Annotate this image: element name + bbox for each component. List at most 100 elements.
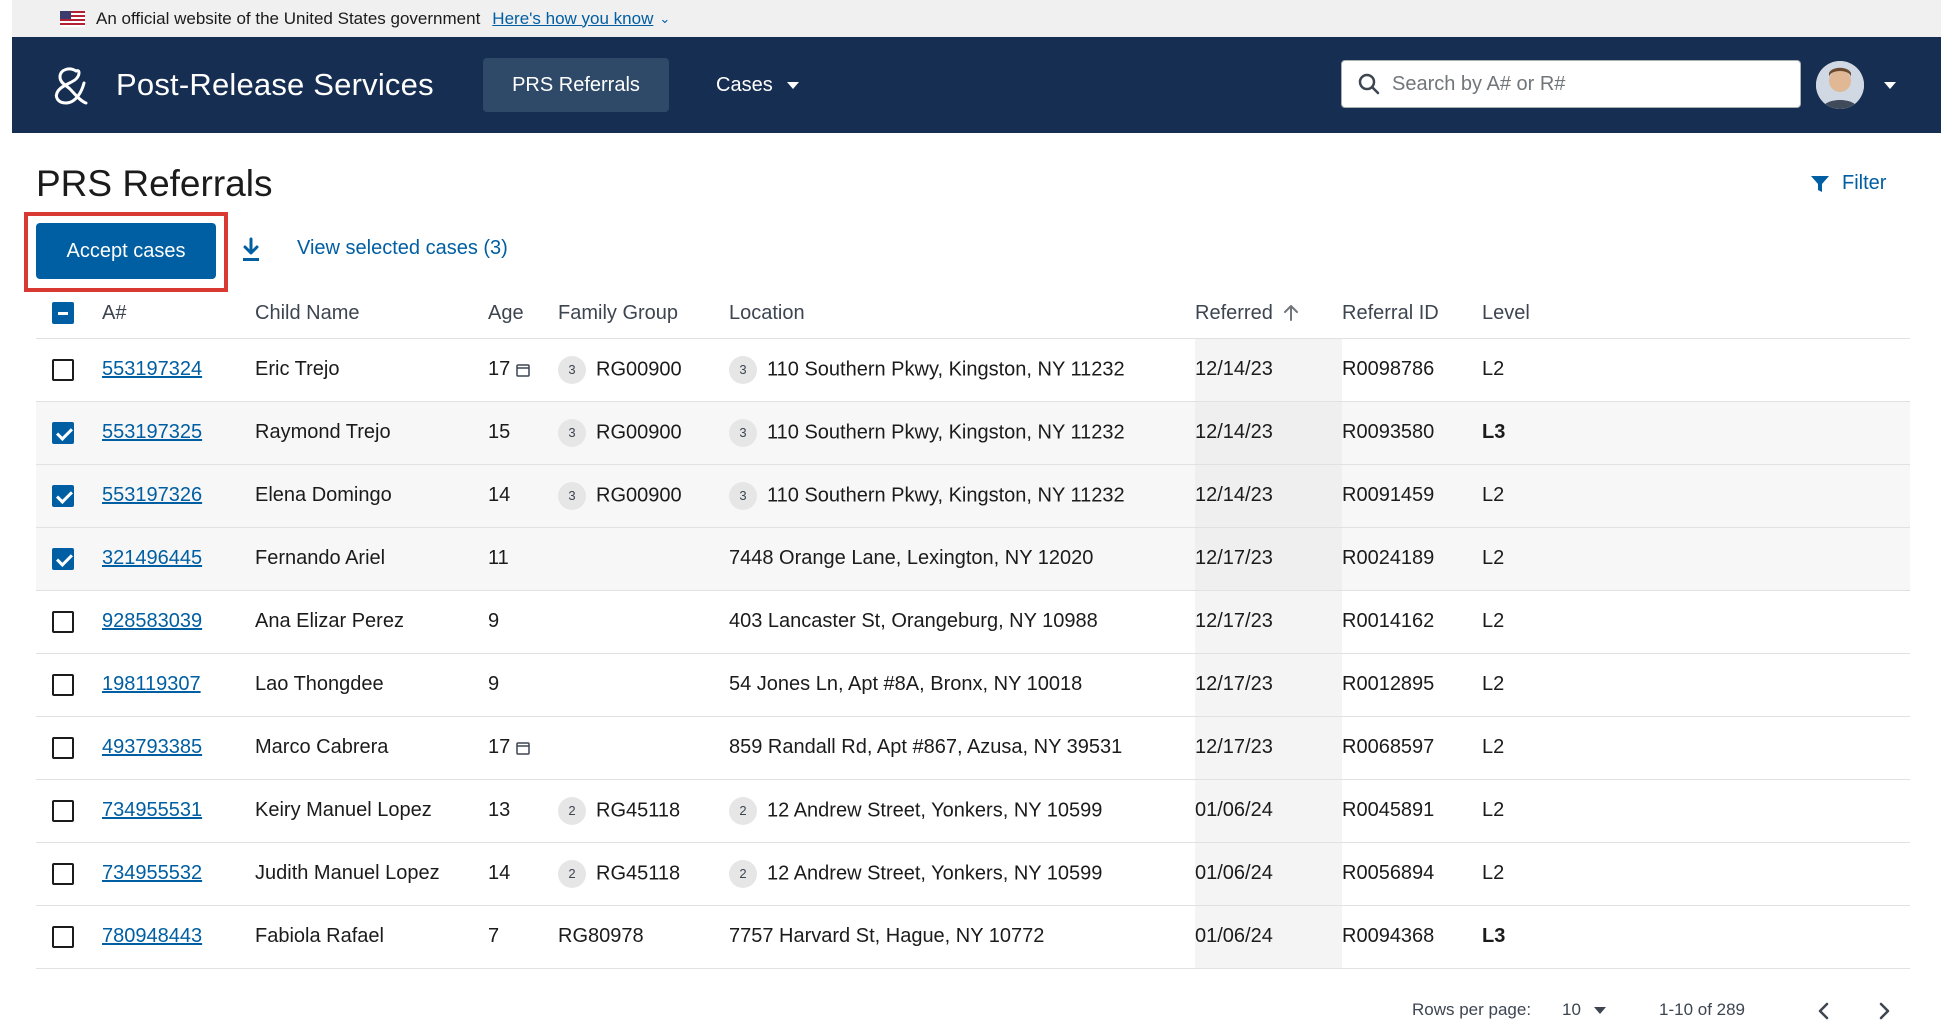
calendar-icon <box>516 741 530 755</box>
table-row[interactable]: 493793385 Marco Cabrera 17 859 Randall Rd, … <box>36 716 1910 780</box>
anum-link[interactable]: 553197324 <box>102 358 202 380</box>
row-select-cell[interactable] <box>36 842 102 906</box>
search-input[interactable] <box>1392 72 1772 96</box>
family-group-cell: 2 RG45118 <box>558 842 729 906</box>
age-cell: 11 <box>488 527 558 591</box>
nav-cases-dropdown[interactable]: Cases <box>716 58 799 112</box>
family-group-value: RG00900 <box>596 483 682 506</box>
row-checkbox[interactable] <box>52 547 74 570</box>
family-group-count-badge: 3 <box>558 481 586 510</box>
table-row[interactable]: 734955532 Judith Manuel Lopez 14 2 RG45118 2 1… <box>36 842 1910 906</box>
anum-link[interactable]: 198119307 <box>102 673 201 695</box>
nav-cases-label: Cases <box>716 73 773 96</box>
select-all-header[interactable] <box>36 289 102 339</box>
rows-per-page-select[interactable]: 10 <box>1562 1000 1581 1020</box>
row-checkbox[interactable] <box>52 421 74 444</box>
location-count-badge: 2 <box>729 859 757 888</box>
anum-link[interactable]: 493793385 <box>102 736 202 758</box>
row-select-cell[interactable] <box>36 905 102 969</box>
filter-button[interactable]: Filter <box>1810 172 1886 195</box>
table-row[interactable]: 734955531 Keiry Manuel Lopez 13 2 RG45118 2 12… <box>36 779 1910 843</box>
row-checkbox[interactable] <box>52 925 74 948</box>
row-checkbox[interactable] <box>52 673 74 696</box>
level-cell: L2 <box>1482 842 1910 906</box>
age-cell: 13 <box>488 779 558 843</box>
col-header-referred[interactable]: Referred <box>1195 289 1342 339</box>
referred-cell: 12/14/23 <box>1195 338 1342 402</box>
app-title[interactable]: Post-Release Services <box>116 67 434 103</box>
row-checkbox[interactable] <box>52 358 74 381</box>
col-header-anum[interactable]: A# <box>102 289 255 339</box>
referral-id-cell: R0068597 <box>1342 716 1482 780</box>
heres-how-you-know-link[interactable]: Here's how you know <box>492 9 653 29</box>
anum-link[interactable]: 553197326 <box>102 484 202 506</box>
table-row[interactable]: 928583039 Ana Elizar Perez 9 403 Lancaster … <box>36 590 1910 654</box>
row-select-cell[interactable] <box>36 653 102 717</box>
age-value: 9 <box>488 610 500 632</box>
view-selected-cases-link[interactable]: View selected cases (3) <box>297 237 508 260</box>
pagination-range: 1-10 of 289 <box>1659 1000 1746 1019</box>
age-value: 17 <box>488 358 511 380</box>
row-checkbox[interactable] <box>52 610 74 633</box>
table-row[interactable]: 553197326 Elena Domingo 14 3 RG00900 3 110 Sou… <box>36 464 1910 528</box>
location-value: 7448 Orange Lane, Lexington, NY 12020 <box>729 547 1094 569</box>
anum-link[interactable]: 734955531 <box>102 799 202 821</box>
sort-ascending-icon[interactable] <box>1283 304 1299 322</box>
user-menu-caret-icon[interactable] <box>1884 82 1896 89</box>
col-header-referral-id[interactable]: Referral ID <box>1342 289 1482 339</box>
col-header-age[interactable]: Age <box>488 289 558 339</box>
chevron-down-icon[interactable]: ⌄ <box>659 11 670 27</box>
anum-link[interactable]: 928583039 <box>102 610 202 632</box>
row-select-cell[interactable] <box>36 527 102 591</box>
family-group-cell <box>558 653 729 717</box>
rows-per-page-caret-icon[interactable] <box>1594 1007 1606 1014</box>
row-checkbox[interactable] <box>52 484 74 507</box>
row-checkbox[interactable] <box>52 862 74 885</box>
us-flag-icon <box>60 11 85 27</box>
family-group-cell: RG80978 <box>558 905 729 969</box>
user-avatar[interactable] <box>1816 61 1864 109</box>
table-row[interactable]: 553197324 Eric Trejo 17 3 RG00900 3 110 Southe… <box>36 338 1910 402</box>
row-select-cell[interactable] <box>36 401 102 465</box>
row-select-cell[interactable] <box>36 590 102 654</box>
table-row[interactable]: 553197325 Raymond Trejo 15 3 RG00900 3 110 Sou… <box>36 401 1910 465</box>
anum-cell: 553197324 <box>102 338 255 402</box>
previous-page-icon[interactable] <box>1816 1000 1832 1022</box>
anum-link[interactable]: 780948443 <box>102 925 202 947</box>
next-page-icon[interactable] <box>1876 1000 1892 1022</box>
row-checkbox[interactable] <box>52 736 74 759</box>
row-select-cell[interactable] <box>36 338 102 402</box>
search-icon <box>1358 73 1380 95</box>
anum-link[interactable]: 321496445 <box>102 547 202 569</box>
location-cell: 859 Randall Rd, Apt #867, Azusa, NY 3953… <box>729 716 1195 780</box>
family-group-cell: 3 RG00900 <box>558 401 729 465</box>
accept-cases-button[interactable]: Accept cases <box>36 223 216 279</box>
row-select-cell[interactable] <box>36 464 102 528</box>
referral-id-cell: R0014162 <box>1342 590 1482 654</box>
anum-cell: 493793385 <box>102 716 255 780</box>
download-icon[interactable] <box>240 237 262 263</box>
col-header-child-name[interactable]: Child Name <box>255 289 488 339</box>
age-cell: 7 <box>488 905 558 969</box>
age-cell: 15 <box>488 401 558 465</box>
anum-link[interactable]: 553197325 <box>102 421 202 443</box>
row-checkbox[interactable] <box>52 799 74 822</box>
child-name-cell: Elena Domingo <box>255 464 488 528</box>
table-row[interactable]: 780948443 Fabiola Rafael 7 RG80978 7757 Harv… <box>36 905 1910 969</box>
anum-cell: 734955531 <box>102 779 255 843</box>
select-all-checkbox[interactable] <box>52 302 74 325</box>
referral-id-cell: R0091459 <box>1342 464 1482 528</box>
anum-link[interactable]: 734955532 <box>102 862 202 884</box>
row-select-cell[interactable] <box>36 779 102 843</box>
table-row[interactable]: 321496445 Fernando Ariel 11 7448 Orange Lan… <box>36 527 1910 591</box>
row-select-cell[interactable] <box>36 716 102 780</box>
col-header-level[interactable]: Level <box>1482 289 1910 339</box>
level-cell: L2 <box>1482 779 1910 843</box>
location-value: 12 Andrew Street, Yonkers, NY 10599 <box>767 861 1103 884</box>
search-box[interactable] <box>1341 60 1801 108</box>
table-body: 553197324 Eric Trejo 17 3 RG00900 3 110 Southe… <box>36 338 1910 969</box>
table-row[interactable]: 198119307 Lao Thongdee 9 54 Jones Ln, Apt #… <box>36 653 1910 717</box>
nav-prs-referrals[interactable]: PRS Referrals <box>483 58 669 112</box>
col-header-family-group[interactable]: Family Group <box>558 289 729 339</box>
col-header-location[interactable]: Location <box>729 289 1195 339</box>
